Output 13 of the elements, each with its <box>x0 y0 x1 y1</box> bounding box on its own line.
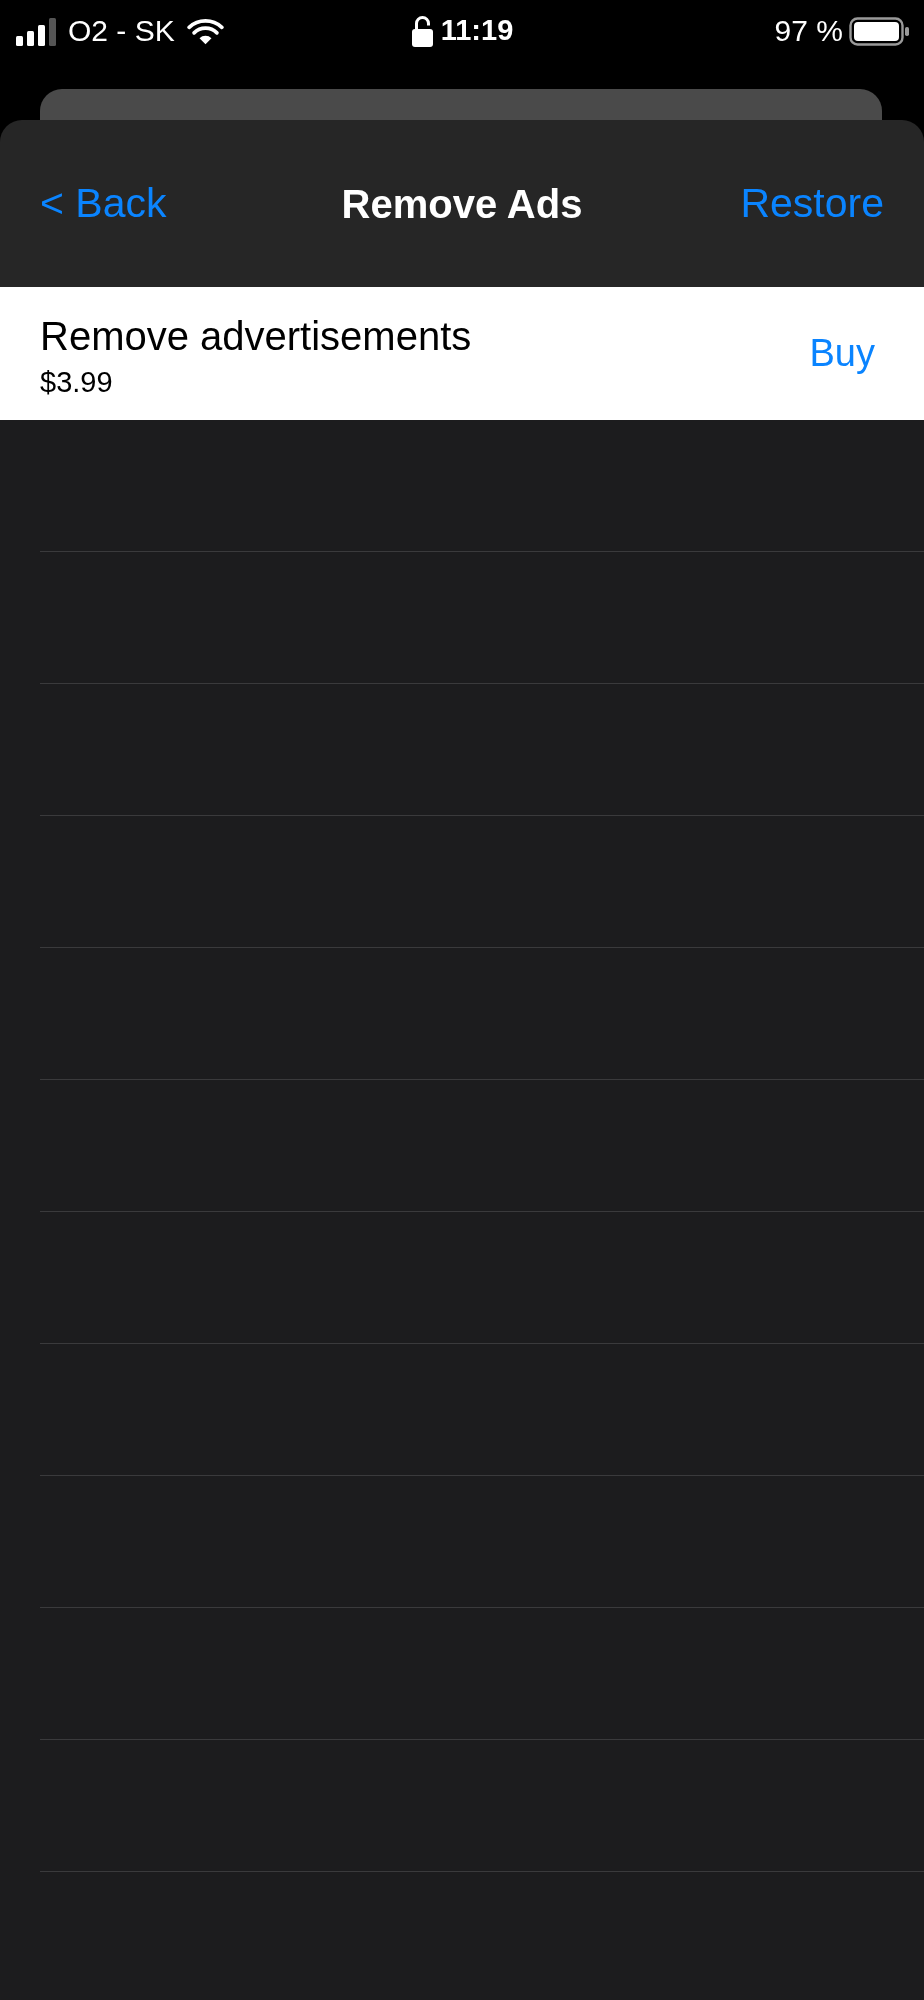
buy-button[interactable]: Buy <box>809 330 875 377</box>
battery-percentage: 97 % <box>774 13 843 49</box>
restore-button[interactable]: Restore <box>740 178 884 229</box>
product-price: $3.99 <box>40 365 114 400</box>
lock-icon <box>411 15 433 47</box>
carrier-name: O2 - SK <box>68 13 175 49</box>
screen-title: Remove Ads <box>341 180 583 228</box>
product-name: Remove advertisements <box>40 313 472 358</box>
back-button[interactable]: < Back <box>40 178 167 229</box>
wifi-icon <box>186 17 224 45</box>
battery-icon <box>849 16 909 46</box>
signal-icon <box>16 16 57 46</box>
clock-time: 11:19 <box>440 14 514 48</box>
